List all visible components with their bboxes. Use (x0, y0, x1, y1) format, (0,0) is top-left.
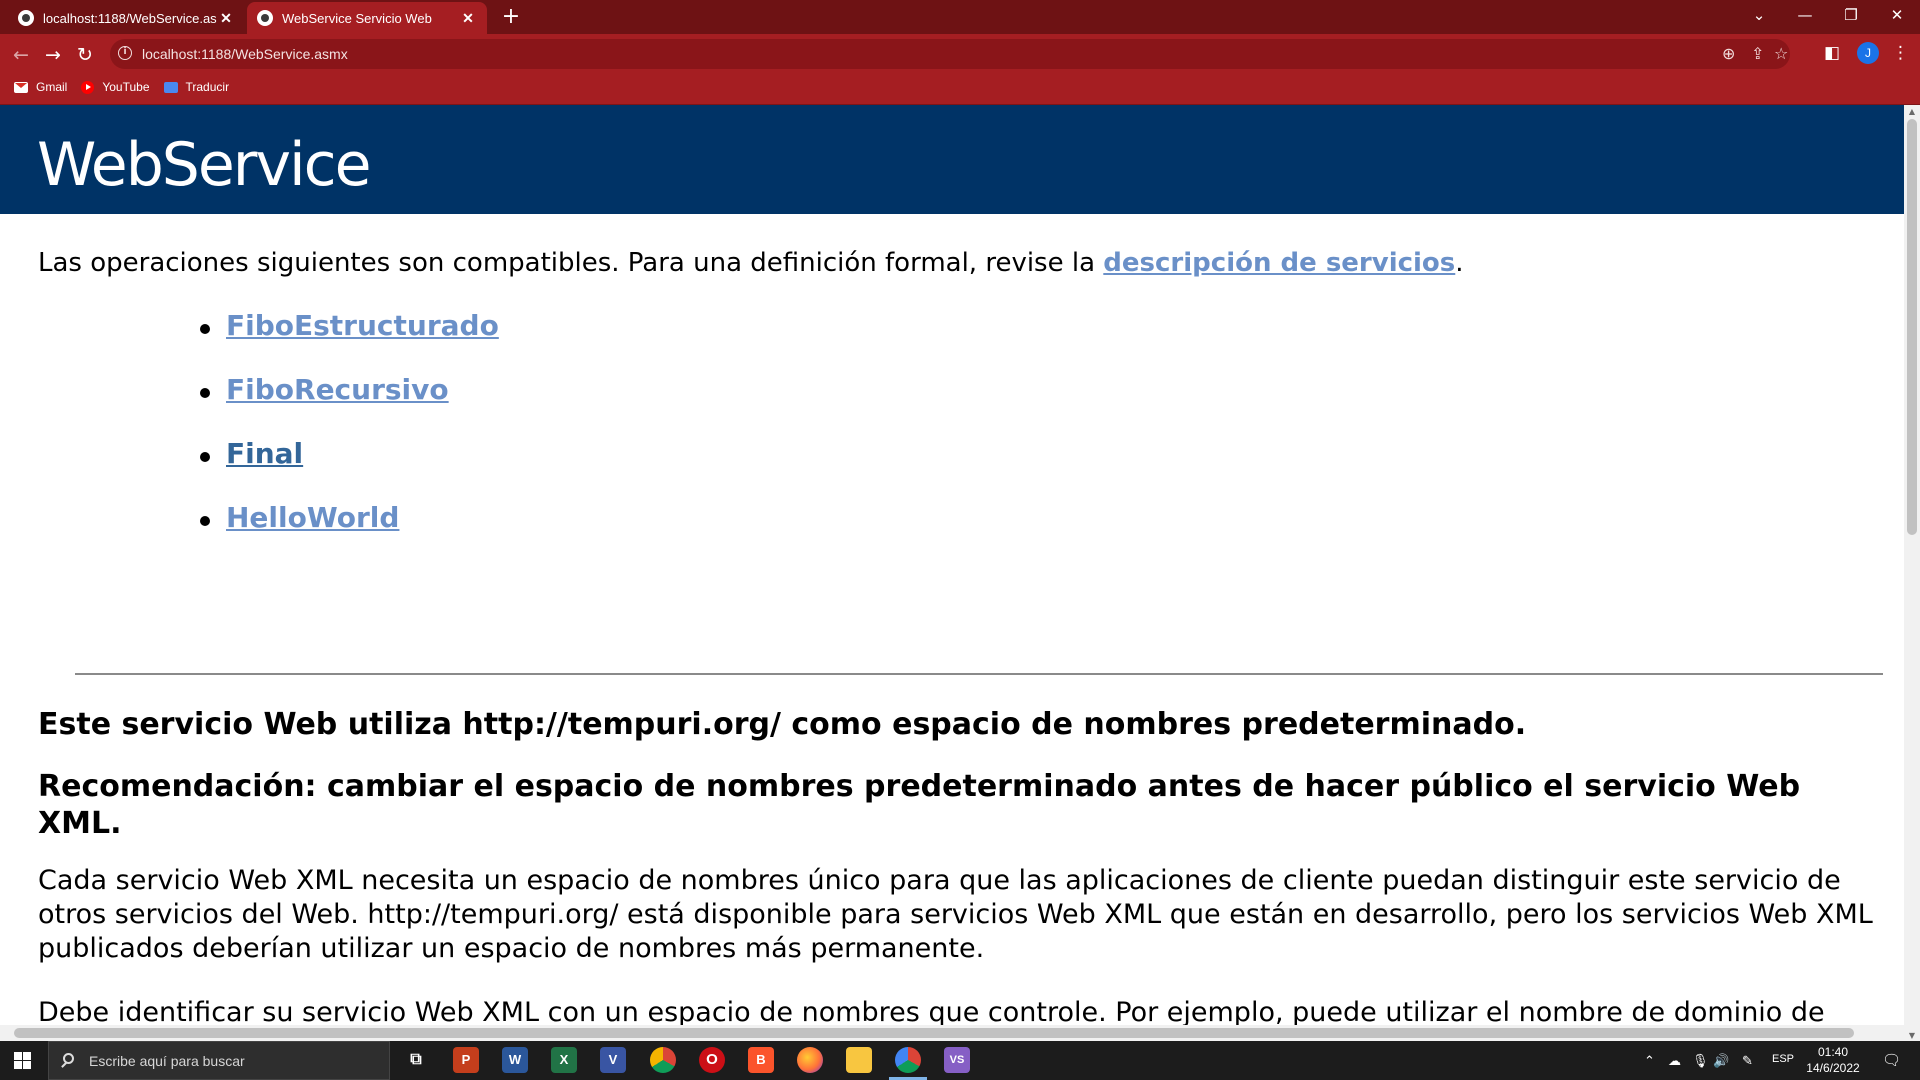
brave-icon[interactable]: B (748, 1047, 774, 1073)
close-tab-icon[interactable]: ✕ (459, 10, 477, 27)
namespace-paragraph-1: Cada servicio Web XML necesita un espaci… (38, 865, 1873, 964)
search-placeholder: Escribe aquí para buscar (89, 1053, 245, 1069)
bookmark-label: Traducir (185, 80, 230, 94)
tab-webservice-servicio-web[interactable]: WebService Servicio Web ✕ (247, 2, 487, 34)
microphone-icon[interactable]: 🎙 (1692, 1053, 1709, 1069)
operations-list: FiboEstructurado FiboRecursivo Final Hel… (38, 310, 499, 566)
address-url[interactable]: localhost:1188/WebService.asmx (142, 46, 348, 62)
intro-text: Las operaciones siguientes son compatibl… (38, 248, 1104, 278)
tab-title: WebService Servicio Web (282, 10, 432, 26)
youtube-icon (81, 80, 95, 94)
scroll-up-icon[interactable]: ▲ (1904, 105, 1920, 119)
zoom-icon[interactable]: ⊕ (1722, 44, 1735, 63)
restore-button[interactable]: ❐ (1828, 0, 1874, 30)
list-item: Final (38, 438, 303, 502)
notifications-icon[interactable]: 🗨 (1882, 1051, 1901, 1069)
list-item: HelloWorld (38, 502, 399, 566)
windows-taskbar: Escribe aquí para buscar ⧉ P W X V O B V… (0, 1041, 1920, 1080)
bookmark-label: Gmail (36, 80, 68, 94)
taskbar-search[interactable]: Escribe aquí para buscar (48, 1041, 390, 1080)
bookmark-label: YouTube (102, 80, 150, 94)
globe-icon (18, 10, 34, 26)
tab-search-button[interactable]: ⌄ (1736, 0, 1782, 30)
intro-end: . (1455, 248, 1464, 278)
visio-icon[interactable]: V (600, 1047, 626, 1073)
bookmark-traducir[interactable]: Traducir (163, 80, 230, 94)
excel-icon[interactable]: X (551, 1047, 577, 1073)
gmail-icon (14, 81, 28, 93)
tab-title: localhost:1188/WebService.asmx (43, 10, 217, 26)
operation-link-helloworld[interactable]: HelloWorld (226, 502, 399, 534)
horizontal-scrollbar[interactable] (0, 1025, 1904, 1041)
search-icon (63, 1053, 74, 1064)
scrollbar-thumb[interactable] (1907, 119, 1917, 535)
powerpoint-icon[interactable]: P (453, 1047, 479, 1073)
service-description-link[interactable]: descripción de servicios (1103, 248, 1455, 278)
divider (75, 673, 1883, 675)
list-item: FiboRecursivo (38, 374, 449, 438)
clock[interactable]: 01:40 14/6/2022 (1800, 1044, 1866, 1076)
side-panel-icon[interactable]: ◧ (1824, 43, 1840, 63)
bookmark-youtube[interactable]: YouTube (81, 80, 150, 94)
operation-link-final[interactable]: Final (226, 438, 303, 470)
intro-paragraph: Las operaciones siguientes son compatibl… (38, 248, 1464, 278)
windows-start-icon[interactable] (14, 1052, 31, 1069)
reload-button[interactable]: ↻ (72, 42, 98, 68)
network-icon[interactable]: ☁ (1668, 1053, 1681, 1069)
globe-icon (257, 10, 273, 26)
profile-avatar[interactable]: J (1857, 42, 1879, 64)
firefox-icon[interactable] (797, 1047, 823, 1073)
back-button[interactable]: ← (8, 42, 34, 68)
file-explorer-icon[interactable] (846, 1047, 872, 1073)
site-info-icon[interactable]: i (118, 46, 132, 60)
new-tab-button[interactable]: + (498, 4, 524, 30)
bookmark-star-icon[interactable]: ☆ (1774, 44, 1788, 63)
language-indicator[interactable]: ESP (1772, 1053, 1794, 1065)
visual-studio-icon[interactable]: VS (944, 1047, 970, 1073)
vertical-scrollbar[interactable]: ▲ ▼ (1904, 105, 1920, 1043)
volume-icon[interactable]: 🔊 (1713, 1053, 1729, 1069)
word-icon[interactable]: W (502, 1047, 528, 1073)
minimize-button[interactable]: — (1782, 0, 1828, 30)
chrome-active-icon[interactable] (889, 1047, 927, 1080)
opera-icon[interactable]: O (699, 1047, 725, 1073)
forward-button[interactable]: → (40, 42, 66, 68)
clock-time: 01:40 (1817, 1045, 1849, 1059)
task-view-icon[interactable]: ⧉ (403, 1047, 429, 1073)
page-banner: WebService (0, 105, 1904, 214)
browser-toolbar: ← → ↻ i localhost:1188/WebService.asmx ⊕… (0, 34, 1920, 105)
recommendation-heading: Recomendación: cambiar el espacio de nom… (38, 769, 1801, 841)
close-tab-icon[interactable]: ✕ (217, 10, 235, 27)
chrome-icon[interactable] (650, 1047, 676, 1073)
page-viewport: WebService Las operaciones siguientes so… (0, 105, 1904, 1043)
pen-icon[interactable]: ✎ (1742, 1053, 1753, 1069)
page-title: WebService (37, 130, 372, 200)
close-window-button[interactable]: ✕ (1874, 0, 1920, 30)
menu-icon[interactable]: ⋮ (1892, 43, 1909, 63)
operation-link-fiboestructurado[interactable]: FiboEstructurado (226, 310, 499, 342)
bookmark-gmail[interactable]: Gmail (14, 80, 67, 94)
scrollbar-thumb[interactable] (14, 1028, 1854, 1038)
address-bar[interactable]: i localhost:1188/WebService.asmx ⊕ ⇪ ☆ (110, 39, 1790, 69)
namespace-heading: Este servicio Web utiliza http://tempuri… (38, 707, 1527, 742)
tab-webservice-asmx[interactable]: localhost:1188/WebService.asmx ✕ (8, 2, 245, 34)
tab-strip: localhost:1188/WebService.asmx ✕ WebServ… (0, 0, 1920, 34)
list-item: FiboEstructurado (38, 310, 499, 374)
show-hidden-icons-icon[interactable]: ⌃ (1644, 1053, 1655, 1069)
clock-date: 14/6/2022 (1806, 1061, 1860, 1075)
bookmarks-bar: Gmail YouTube Traducir (0, 74, 229, 100)
translate-icon (163, 81, 178, 93)
operation-link-fiborecursivo[interactable]: FiboRecursivo (226, 374, 449, 406)
share-icon[interactable]: ⇪ (1751, 44, 1764, 63)
